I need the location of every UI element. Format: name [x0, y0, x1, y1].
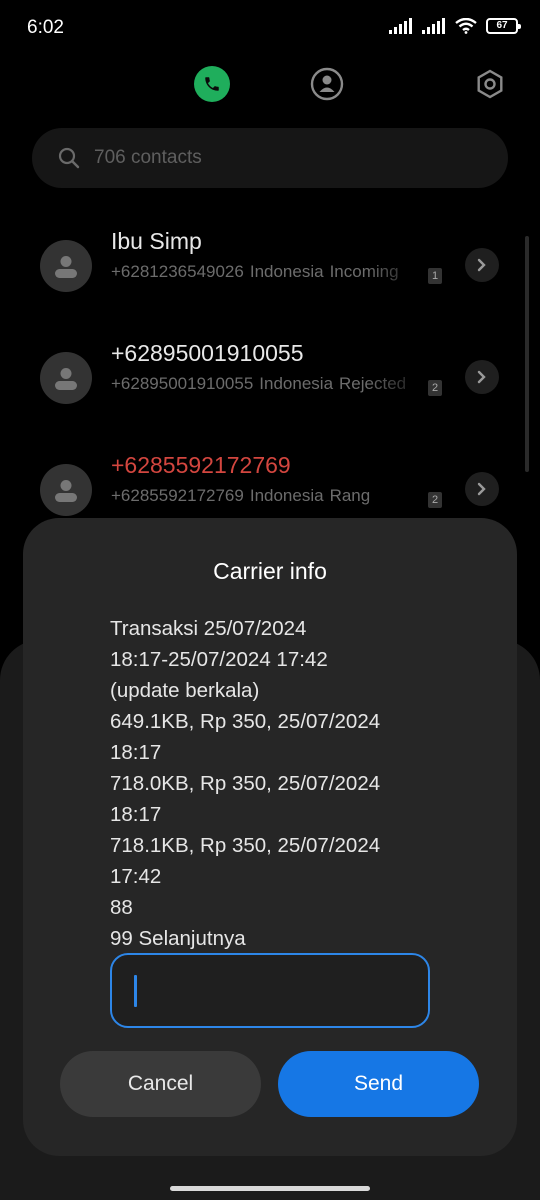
message-line: 99 Selanjutnya: [110, 927, 246, 950]
message-line: 18:17: [110, 741, 162, 764]
tab-phone[interactable]: [192, 64, 232, 104]
phone-icon: [194, 66, 230, 102]
message-line: 18:17: [110, 803, 162, 826]
call-location: Indonesia: [249, 486, 324, 505]
call-status: Rejected: [339, 374, 407, 393]
person-icon: [55, 368, 77, 390]
chevron-right-icon: [477, 370, 486, 384]
reply-field[interactable]: [110, 953, 430, 1028]
message-line: 649.1KB, Rp 350, 25/07/2024: [110, 710, 381, 733]
call-detail: +62895001910055 Indonesia Rejected: [111, 374, 431, 394]
dialog-title: Carrier info: [213, 558, 327, 584]
dialog-message: Transaksi 25/07/2024 18:17-25/07/2024 17…: [110, 613, 440, 954]
call-status: Incoming: [329, 262, 399, 281]
call-status: Rang: [329, 486, 371, 505]
call-name: Ibu Simp: [111, 228, 202, 254]
send-button[interactable]: Send: [278, 1051, 479, 1117]
call-detail: +6281236549026 Indonesia Incoming: [111, 262, 431, 282]
avatar: [40, 352, 92, 404]
person-icon: [55, 480, 77, 502]
call-log-item[interactable]: +62895001910055 +62895001910055 Indonesia…: [0, 340, 540, 462]
call-detail-button[interactable]: [465, 360, 499, 394]
search-bar[interactable]: [32, 128, 508, 188]
signal-icon-2: [422, 18, 445, 34]
call-location: Indonesia: [249, 262, 324, 281]
person-icon: [55, 256, 77, 278]
call-location: Indonesia: [259, 374, 334, 393]
message-line: (update berkala): [110, 679, 260, 702]
message-line: 17:42: [110, 865, 162, 888]
contacts-icon: [310, 67, 344, 101]
call-detail-button[interactable]: [465, 248, 499, 282]
home-indicator[interactable]: [170, 1186, 370, 1191]
call-detail-button[interactable]: [465, 472, 499, 506]
message-line: 718.0KB, Rp 350, 25/07/2024: [110, 772, 381, 795]
call-detail: +6285592172769 Indonesia Rang: [111, 486, 431, 506]
message-line: 18:17-25/07/2024 17:42: [110, 648, 328, 671]
call-name: +62895001910055: [111, 340, 304, 366]
top-tabs: [0, 64, 540, 108]
sim-badge: 2: [428, 380, 442, 396]
message-line: Transaksi 25/07/2024: [110, 617, 307, 640]
status-time: 6:02: [27, 17, 64, 38]
chevron-right-icon: [477, 258, 486, 272]
status-icons: 67: [389, 18, 521, 34]
battery-icon: 67: [486, 18, 521, 34]
chevron-right-icon: [477, 482, 486, 496]
wifi-icon: [455, 18, 477, 34]
avatar: [40, 240, 92, 292]
call-name: +6285592172769: [111, 452, 291, 478]
call-log-item[interactable]: Ibu Simp +6281236549026 Indonesia Incoming…: [0, 228, 540, 350]
screen: 6:02 67 706 contacts Ibu Simp +628123654…: [0, 0, 540, 1200]
message-line: 718.1KB, Rp 350, 25/07/2024: [110, 834, 381, 857]
tab-contacts[interactable]: [307, 64, 347, 104]
search-input[interactable]: [94, 147, 454, 169]
call-number: +62895001910055: [111, 374, 254, 393]
call-number: +6285592172769: [111, 486, 244, 505]
sim-badge: 1: [428, 268, 442, 284]
tab-settings[interactable]: [470, 64, 510, 104]
avatar: [40, 464, 92, 516]
message-line: 88: [110, 896, 133, 919]
cancel-button[interactable]: Cancel: [60, 1051, 261, 1117]
signal-icon: [389, 18, 412, 34]
status-bar: 6:02 67: [0, 0, 540, 56]
search-icon: [58, 147, 80, 169]
call-number: +6281236549026: [111, 262, 244, 281]
reply-input[interactable]: [134, 955, 414, 1025]
carrier-info-dialog: Carrier info Transaksi 25/07/2024 18:17-…: [23, 518, 517, 1156]
settings-icon: [477, 69, 503, 99]
scrollbar[interactable]: [525, 236, 529, 472]
sim-badge: 2: [428, 492, 442, 508]
